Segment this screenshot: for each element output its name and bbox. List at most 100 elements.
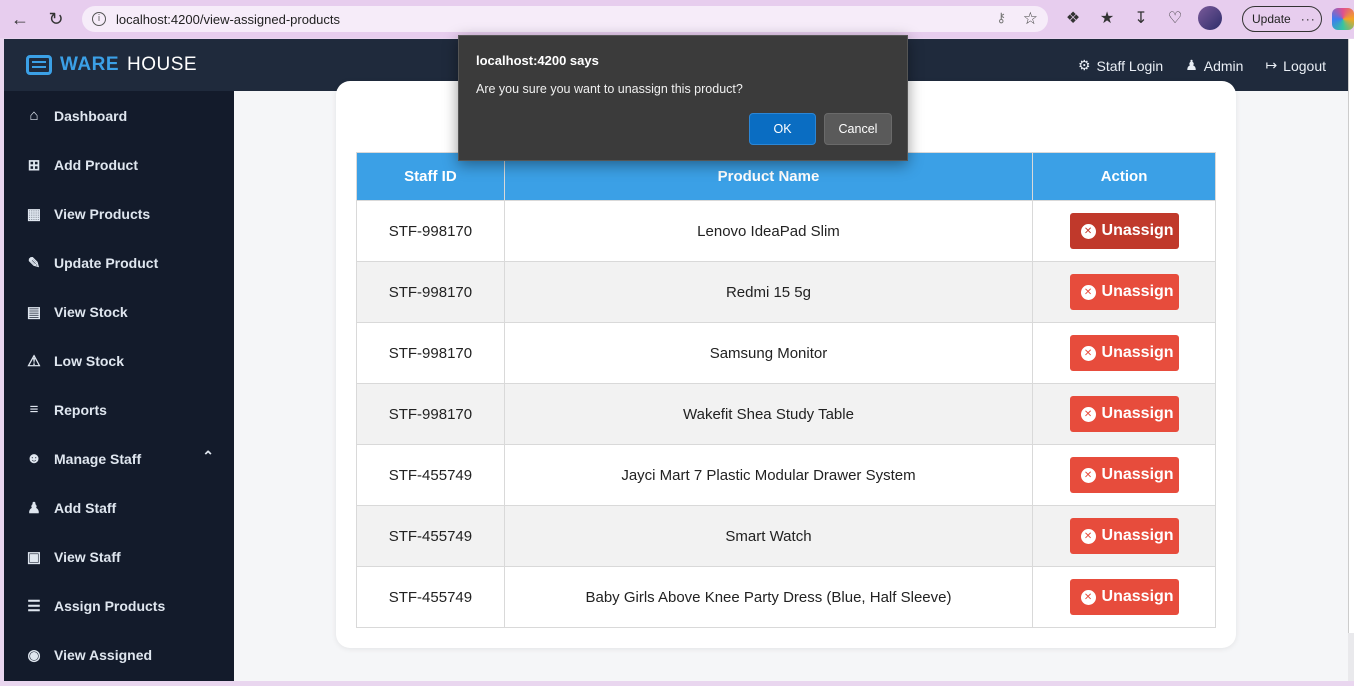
browser-essentials-icon[interactable]: ♡ [1164,8,1186,28]
action-cell: ✕ Unassign [1032,200,1216,262]
sidebar-item-view-products[interactable]: ▦ View Products [4,189,234,238]
close-circle-icon: ✕ [1080,406,1096,422]
url-text: localhost:4200/view-assigned-products [116,11,341,27]
nav-logout-label: Logout [1283,57,1326,74]
table-row: STF-455749 Smart Watch ✕ Unassign [356,505,1216,567]
sidebar-item-manage-staff[interactable]: ☻ Manage Staff ⌃ [4,434,234,483]
profile-avatar[interactable] [1198,6,1222,30]
table-row: STF-998170 Lenovo IdeaPad Slim ✕ Unassign [356,200,1216,262]
back-icon[interactable]: ← [7,6,33,32]
unassign-label: Unassign [1101,527,1174,544]
close-circle-icon: ✕ [1080,528,1096,544]
brand-house: HOUSE [127,54,198,75]
assigned-products-card: cts Staff ID Product Name Action STF-998… [336,81,1236,648]
unassign-button[interactable]: ✕ Unassign [1069,213,1179,249]
close-circle-icon: ✕ [1080,345,1096,361]
sidebar-item-label: View Staff [54,548,121,565]
unassign-label: Unassign [1101,588,1174,605]
unassign-label: Unassign [1101,405,1174,422]
scrollbar-thumb[interactable] [1348,39,1354,633]
unassign-label: Unassign [1101,222,1174,239]
user-check-icon: ♟ [1185,57,1198,73]
sidebar-item-assign-products[interactable]: ☰ Assign Products [4,581,234,630]
id-card-icon: ▣ [26,548,42,566]
table-row: STF-455749 Jayci Mart 7 Plastic Modular … [356,444,1216,506]
downloads-icon[interactable]: ↧ [1130,8,1152,28]
product-name-cell: Baby Girls Above Knee Party Dress (Blue,… [503,566,1034,628]
eye-icon: ◉ [27,646,41,664]
unassign-button[interactable]: ✕ Unassign [1069,518,1179,554]
unassign-button[interactable]: ✕ Unassign [1069,274,1179,310]
reload-icon[interactable]: ↻ [43,6,69,32]
boxes-icon: ▦ [26,205,42,223]
sidebar-item-view-stock[interactable]: ▤ View Stock [4,287,234,336]
table-row: STF-998170 Samsung Monitor ✕ Unassign [356,322,1216,384]
warning-icon: ⚠ [27,352,41,370]
unassign-button[interactable]: ✕ Unassign [1069,457,1179,493]
staff-id-cell: STF-998170 [356,200,505,262]
logout-icon: ↦ [1265,57,1278,73]
brand-ware: WARE [60,54,119,75]
favorites-icon[interactable]: ★ [1096,8,1118,28]
staff-id-cell: STF-998170 [356,322,505,384]
user-plus-icon: ♟ [27,499,41,517]
nav-staff-login[interactable]: ⚙ Staff Login [1078,57,1163,74]
site-info-icon[interactable]: i [92,12,106,26]
staff-id-cell: STF-998170 [356,383,505,445]
unassign-label: Unassign [1101,344,1174,361]
address-bar[interactable]: i localhost:4200/view-assigned-products … [82,6,1048,32]
chevron-up-icon[interactable]: ⌃ [202,448,214,465]
product-name-cell: Smart Watch [503,505,1034,567]
warehouse-icon [26,55,52,75]
action-cell: ✕ Unassign [1032,383,1216,445]
copilot-icon[interactable] [1332,8,1354,30]
sidebar-item-update-product[interactable]: ✎ Update Product [4,238,234,287]
staff-id-cell: STF-455749 [356,566,505,628]
product-name-cell: Samsung Monitor [503,322,1034,384]
sidebar-item-add-product[interactable]: ⊞ Add Product [4,140,234,189]
nav-staff-login-label: Staff Login [1096,57,1164,74]
brand-logo[interactable]: WARE HOUSE [26,54,197,76]
plus-square-icon: ⊞ [27,156,41,174]
list-check-icon: ☰ [27,597,41,615]
table-row: STF-998170 Redmi 15 5g ✕ Unassign [356,261,1216,323]
table-row: STF-998170 Wakefit Shea Study Table ✕ Una… [356,383,1216,445]
sidebar-item-label: Low Stock [54,352,125,369]
staff-id-cell: STF-998170 [356,261,505,323]
assigned-products-table: Staff ID Product Name Action STF-998170 … [356,152,1216,628]
close-circle-icon: ✕ [1080,223,1096,239]
nav-admin-label: Admin [1203,57,1244,74]
sidebar-item-label: Assign Products [54,597,166,614]
password-key-icon[interactable]: ⚷ [996,10,1006,26]
sidebar-item-dashboard[interactable]: ⌂ Dashboard [4,91,234,140]
action-cell: ✕ Unassign [1032,261,1216,323]
sidebar-item-add-staff[interactable]: ♟ Add Staff [4,483,234,532]
action-cell: ✕ Unassign [1032,444,1216,506]
dialog-ok-button[interactable]: OK [749,113,816,145]
unassign-label: Unassign [1101,466,1174,483]
sidebar: ⌂ Dashboard ⊞ Add Product ▦ View Products ✎… [4,91,234,681]
unassign-button[interactable]: ✕ Unassign [1069,579,1179,615]
main-content: cts Staff ID Product Name Action STF-998… [234,81,1348,681]
product-name-cell: Lenovo IdeaPad Slim [503,200,1034,262]
nav-admin[interactable]: ♟ Admin [1185,57,1243,74]
users-icon: ☻ [26,450,42,467]
more-icon: ··· [1300,12,1316,26]
chart-icon: ≡ [29,401,39,418]
unassign-button[interactable]: ✕ Unassign [1069,396,1179,432]
sidebar-item-label: Dashboard [54,107,128,124]
sidebar-item-reports[interactable]: ≡ Reports [4,385,234,434]
browser-toolbar: ← ↻ i localhost:4200/view-assigned-produ… [0,0,1354,38]
page-scrollbar[interactable] [1348,39,1354,681]
nav-logout[interactable]: ↦ Logout [1265,57,1326,74]
sidebar-item-view-assigned[interactable]: ◉ View Assigned [4,630,234,679]
sidebar-item-low-stock[interactable]: ⚠ Low Stock [4,336,234,385]
extensions-icon[interactable]: ❖ [1062,8,1084,28]
staff-id-cell: STF-455749 [356,444,505,506]
unassign-button[interactable]: ✕ Unassign [1069,335,1179,371]
sidebar-item-view-staff[interactable]: ▣ View Staff [4,532,234,581]
browser-update-button[interactable]: Update ··· [1242,6,1322,32]
favorite-star-icon[interactable]: ☆ [1023,9,1038,29]
dialog-cancel-button[interactable]: Cancel [824,113,892,145]
close-circle-icon: ✕ [1080,467,1096,483]
